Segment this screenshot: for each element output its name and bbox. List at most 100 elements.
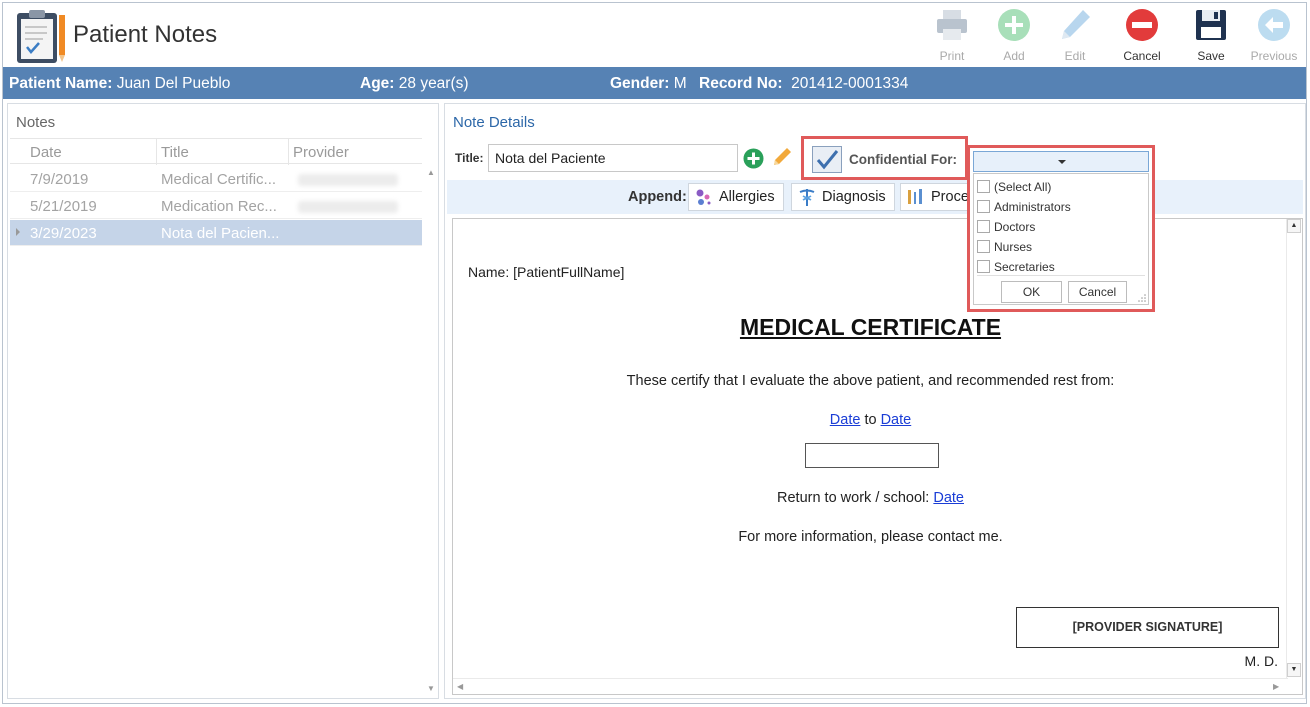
scroll-down-icon[interactable]: ▼ bbox=[1287, 663, 1301, 677]
allergies-icon bbox=[696, 189, 711, 205]
dropdown-cancel-button[interactable]: Cancel bbox=[1068, 281, 1127, 303]
append-allergies-button[interactable]: Allergies bbox=[688, 183, 784, 211]
append-procedures-button[interactable]: Proced bbox=[900, 183, 970, 211]
confidential-for-dropdown: (Select All) Administrators Doctors Nurs… bbox=[967, 145, 1155, 312]
scroll-down-icon[interactable]: ▼ bbox=[427, 684, 435, 693]
option-checkbox[interactable] bbox=[977, 240, 990, 253]
confidential-checkbox[interactable] bbox=[812, 146, 842, 173]
scroll-right-icon[interactable]: ▶ bbox=[1273, 682, 1279, 691]
scroll-left-icon[interactable]: ◀ bbox=[457, 682, 463, 691]
date-to-link[interactable]: Date bbox=[881, 412, 912, 428]
option-label: Nurses bbox=[994, 240, 1033, 254]
patient-name-label: Patient Name: bbox=[9, 75, 113, 92]
notes-row-title: Nota del Pacien... bbox=[161, 225, 280, 242]
document-vertical-scrollbar[interactable]: ▲ ▼ bbox=[1286, 219, 1302, 679]
cancel-circle-icon bbox=[1126, 9, 1158, 41]
date-to-text: to bbox=[864, 412, 877, 428]
option-checkbox[interactable] bbox=[977, 260, 990, 273]
doc-input-field[interactable] bbox=[805, 443, 939, 468]
row-indicator-icon bbox=[16, 228, 20, 236]
patient-age-label: Age: bbox=[360, 75, 395, 92]
option-select-all[interactable]: (Select All) bbox=[977, 177, 1145, 195]
dropdown-ok-button[interactable]: OK bbox=[1001, 281, 1062, 303]
print-label: Print bbox=[939, 49, 965, 63]
patient-gender-label: Gender: bbox=[610, 75, 670, 92]
patient-record: Record No: 201412-0001334 bbox=[699, 75, 908, 93]
plus-circle-icon bbox=[998, 9, 1030, 41]
scroll-up-icon[interactable]: ▲ bbox=[1287, 219, 1301, 233]
patient-age: Age: 28 year(s) bbox=[360, 75, 469, 93]
caduceus-icon bbox=[799, 189, 815, 206]
notes-grid-header: Date Title Provider bbox=[10, 138, 422, 165]
doc-certify-text: These certify that I evaluate the above … bbox=[626, 373, 1115, 389]
resize-grip-icon[interactable] bbox=[1138, 294, 1146, 302]
chevron-down-icon[interactable] bbox=[1058, 160, 1066, 164]
printer-icon bbox=[937, 10, 967, 40]
option-checkbox[interactable] bbox=[977, 200, 990, 213]
notes-row-date: 5/21/2019 bbox=[30, 198, 97, 215]
notes-row-selected[interactable]: 3/29/2023 Nota del Pacien... bbox=[10, 220, 422, 246]
save-button[interactable]: Save bbox=[1184, 7, 1238, 65]
append-diagnosis-button[interactable]: Diagnosis bbox=[791, 183, 895, 211]
notes-row-date: 7/9/2019 bbox=[30, 171, 89, 188]
save-label: Save bbox=[1197, 49, 1225, 63]
title-input[interactable] bbox=[488, 144, 738, 172]
note-document-editor[interactable]: Name: [PatientFullName] MEDICAL CERTIFIC… bbox=[452, 218, 1303, 695]
patient-name-value: Juan Del Pueblo bbox=[116, 75, 231, 92]
previous-button[interactable]: Previous bbox=[1247, 7, 1301, 65]
app-window: Patient Notes Print Add Edit Cancel Save… bbox=[2, 2, 1307, 704]
confidential-toggle-highlight: Confidential For: bbox=[801, 136, 968, 180]
pencil-icon bbox=[1062, 10, 1090, 39]
option-checkbox[interactable] bbox=[977, 180, 990, 193]
option-nurses[interactable]: Nurses bbox=[977, 237, 1145, 255]
doc-heading: MEDICAL CERTIFICATE bbox=[739, 314, 1002, 340]
notes-row[interactable]: 5/21/2019 Medication Rec... bbox=[10, 193, 422, 219]
return-text: Return to work / school: bbox=[777, 490, 930, 506]
pencil-icon[interactable] bbox=[771, 146, 793, 168]
return-date-link[interactable]: Date bbox=[933, 490, 964, 506]
append-toolbar: Append: Allergies Diagnosis Proce bbox=[447, 180, 1303, 214]
append-diagnosis-label: Diagnosis bbox=[822, 189, 886, 205]
note-details-panel: Note Details Title: Confidential For: Ap… bbox=[444, 103, 1306, 699]
app-title: Patient Notes bbox=[73, 21, 218, 48]
option-administrators[interactable]: Administrators bbox=[977, 197, 1145, 215]
edit-label: Edit bbox=[1064, 49, 1086, 63]
append-procedures-label: Proced bbox=[931, 189, 970, 205]
option-label: Administrators bbox=[994, 200, 1071, 214]
date-from-link[interactable]: Date bbox=[830, 412, 861, 428]
option-secretaries[interactable]: Secretaries bbox=[977, 257, 1145, 275]
patient-info-bar: Patient Name: Juan Del Pueblo Age: 28 ye… bbox=[3, 67, 1306, 99]
add-circle-icon[interactable] bbox=[743, 148, 764, 169]
scroll-up-icon[interactable]: ▲ bbox=[427, 168, 435, 177]
option-doctors[interactable]: Doctors bbox=[977, 217, 1145, 235]
patient-gender: Gender: M bbox=[610, 75, 687, 93]
column-header-title[interactable]: Title bbox=[161, 144, 189, 161]
procedures-icon bbox=[908, 189, 922, 204]
floppy-disk-icon bbox=[1196, 10, 1226, 40]
clipboard-notes-icon bbox=[17, 10, 65, 63]
column-header-provider[interactable]: Provider bbox=[293, 144, 349, 161]
confidential-label: Confidential For: bbox=[849, 152, 957, 167]
notes-scrollbar[interactable]: ▲ ▼ bbox=[424, 166, 438, 696]
note-details-title: Note Details bbox=[453, 114, 535, 131]
edit-button[interactable]: Edit bbox=[1048, 7, 1102, 65]
column-header-date[interactable]: Date bbox=[30, 144, 62, 161]
provider-signature-box[interactable]: [PROVIDER SIGNATURE] bbox=[1016, 607, 1279, 648]
print-button[interactable]: Print bbox=[925, 7, 979, 65]
patient-name: Patient Name: Juan Del Pueblo bbox=[9, 75, 230, 93]
option-checkbox[interactable] bbox=[977, 220, 990, 233]
add-button[interactable]: Add bbox=[987, 7, 1041, 65]
app-header: Patient Notes Print Add Edit Cancel Save… bbox=[3, 3, 1306, 67]
option-label: (Select All) bbox=[994, 180, 1052, 194]
patient-age-value: 28 year(s) bbox=[398, 75, 469, 92]
cancel-button[interactable]: Cancel bbox=[1115, 7, 1169, 65]
confidential-for-combobox[interactable] bbox=[973, 151, 1149, 172]
document-horizontal-scrollbar[interactable]: ◀ ▶ bbox=[453, 678, 1288, 694]
patient-record-value: 201412-0001334 bbox=[791, 75, 909, 92]
doc-md-text: M. D. bbox=[1244, 653, 1278, 669]
checkmark-icon bbox=[816, 150, 839, 170]
option-label: Doctors bbox=[994, 220, 1036, 234]
doc-date-range: Date to Date bbox=[453, 412, 1288, 428]
arrow-left-circle-icon bbox=[1258, 9, 1290, 41]
notes-row[interactable]: 7/9/2019 Medical Certific... bbox=[10, 166, 422, 192]
